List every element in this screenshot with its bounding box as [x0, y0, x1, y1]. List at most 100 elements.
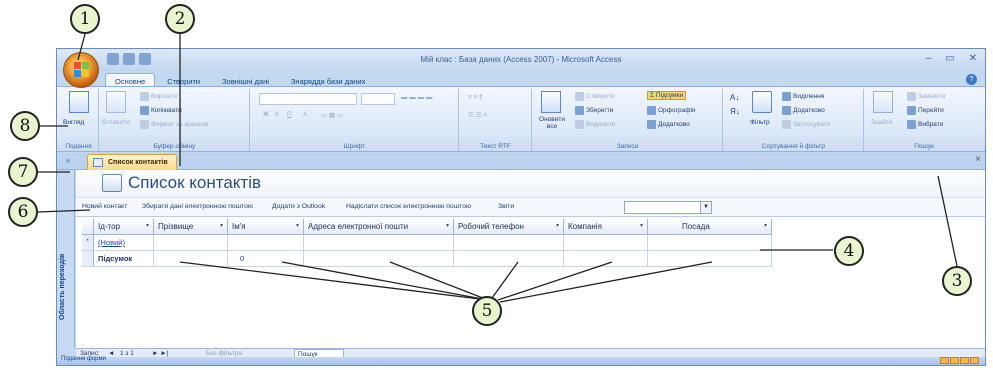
table-cell[interactable]	[564, 251, 648, 267]
table-cell[interactable]	[154, 235, 228, 251]
cut-button[interactable]: Вирізати	[140, 92, 177, 101]
nav-pane-toggle[interactable]: »	[61, 155, 75, 167]
view-switcher	[940, 357, 979, 364]
record-position[interactable]: 1 з 1	[120, 350, 134, 357]
column-header-last-name[interactable]: Прізвище ▾	[154, 219, 228, 235]
group-font-label: Шрифт	[343, 143, 366, 150]
send-list-email-link[interactable]: Надіслати список електронною поштою	[346, 203, 471, 210]
group-clipboard-label: Буфер обміну	[153, 143, 196, 150]
delete-record-button[interactable]: Видалити	[575, 120, 615, 129]
goto-button[interactable]: Перейти	[907, 106, 944, 115]
selection-button[interactable]: Виділення	[782, 92, 824, 101]
format-painter-button[interactable]: Формат за зразком	[140, 120, 208, 129]
find-button[interactable]: Знайти	[871, 119, 892, 126]
reports-label: Звіти	[498, 203, 515, 210]
filter-icon[interactable]	[752, 91, 772, 113]
table-cell[interactable]	[648, 251, 772, 267]
first-record-icon[interactable]: ◄	[108, 350, 114, 357]
totals-button[interactable]: Σ Підсумки	[647, 91, 687, 100]
new-record-button[interactable]: Створити	[575, 92, 615, 101]
column-header-id[interactable]: Ід-тор ▾	[94, 219, 154, 235]
help-icon[interactable]: ?	[966, 74, 977, 85]
more-records-button[interactable]: Додатково	[647, 120, 690, 129]
font-color-button[interactable]: А	[303, 111, 307, 118]
advanced-filter-button[interactable]: Додатково	[782, 106, 825, 115]
next-record-icon[interactable]: ► ►|	[152, 350, 168, 357]
table-cell[interactable]	[454, 235, 564, 251]
font-size-field[interactable]	[361, 93, 395, 105]
add-from-outlook-link[interactable]: Додати з Outlook	[272, 203, 325, 210]
totals-label: Підсумок	[94, 251, 154, 267]
table-cell[interactable]	[454, 251, 564, 267]
view-icon[interactable]	[69, 91, 89, 113]
form-header: Список контактів	[76, 170, 985, 197]
table-cell[interactable]	[228, 235, 304, 251]
layout-view-icon[interactable]	[950, 357, 959, 364]
maximize-icon[interactable]: ▭	[945, 53, 954, 64]
document-tab[interactable]: Список контактів	[87, 154, 177, 170]
column-header-work-phone[interactable]: Робочий телефон ▾	[454, 219, 564, 235]
collect-data-email-link[interactable]: Збирати дані електронною поштою	[142, 203, 253, 210]
italic-button[interactable]: К	[275, 111, 279, 118]
filter-button[interactable]: Фільтр	[750, 119, 770, 126]
group-clipboard: Вставити Вирізати Копіювати Формат за зр…	[100, 89, 250, 151]
column-header-company[interactable]: Компанія ▾	[564, 219, 648, 235]
close-window-icon[interactable]: ✕	[969, 53, 977, 64]
new-contact-link[interactable]: Новий контакт	[82, 203, 127, 210]
fill-color-icon[interactable]: ▭ ▦ ▭	[321, 111, 343, 119]
sort-desc-icon[interactable]: Я↓	[730, 107, 740, 116]
save-record-icon	[575, 106, 584, 115]
table-cell[interactable]	[564, 235, 648, 251]
new-record-row[interactable]: * (Новий)	[82, 235, 772, 251]
refresh-icon[interactable]	[541, 91, 561, 113]
toggle-filter-button[interactable]: Застосувати	[782, 120, 830, 129]
paste-button[interactable]: Вставити	[102, 119, 130, 126]
bold-button[interactable]: Ж	[263, 111, 269, 118]
filter-status[interactable]: Без фільтра	[206, 350, 242, 357]
column-header-first-name[interactable]: Ім'я ▾	[228, 219, 304, 235]
list-icons[interactable]: ☰ ☰ ≡	[468, 111, 487, 119]
replace-button[interactable]: Замінити	[907, 92, 945, 101]
more-icon	[647, 120, 656, 129]
column-header-position[interactable]: Посада ▾	[648, 219, 772, 235]
group-records-label: Записи	[616, 143, 639, 150]
document-tab-bar: » Список контактів ×	[57, 153, 985, 170]
spelling-button[interactable]: Орфографія	[647, 106, 696, 115]
minimize-icon[interactable]: –	[926, 53, 932, 64]
datasheet-view-icon[interactable]	[970, 357, 979, 364]
table-cell[interactable]	[304, 251, 454, 267]
callout-5: 5	[472, 296, 502, 326]
sort-asc-icon[interactable]: A↓	[730, 93, 739, 102]
paragraph-align-icons[interactable]: ▬ ▬ ▬ ▬	[401, 94, 432, 101]
close-document-icon[interactable]: ×	[975, 154, 981, 165]
underline-button[interactable]: П	[287, 111, 292, 118]
view-button[interactable]: Вигляд	[63, 119, 84, 126]
office-button[interactable]	[63, 52, 99, 88]
select-button[interactable]: Вибрати	[907, 120, 943, 129]
font-name-field[interactable]	[259, 93, 357, 105]
table-cell[interactable]	[304, 235, 454, 251]
navigation-pane[interactable]: Область переходів	[57, 170, 75, 348]
save-record-button[interactable]: Зберегти	[575, 106, 613, 115]
select-all-cell[interactable]	[82, 219, 94, 235]
design-view-icon[interactable]	[960, 357, 969, 364]
table-cell[interactable]	[648, 235, 772, 251]
contacts-form-icon	[102, 174, 122, 192]
chevron-down-icon[interactable]: ▼	[700, 202, 711, 213]
callout-7: 7	[8, 157, 38, 187]
selection-icon	[782, 92, 791, 101]
copy-button[interactable]: Копіювати	[140, 106, 182, 115]
column-header-email[interactable]: Адреса електронної пошти ▾	[304, 219, 454, 235]
binoculars-icon[interactable]	[873, 91, 893, 113]
indent-icons[interactable]: ≡ ≡ ¶	[468, 94, 483, 101]
totals-value[interactable]: 0	[228, 251, 304, 267]
refresh-all-button[interactable]: Оновити все	[535, 116, 569, 130]
group-rich-text: ≡ ≡ ¶ ☰ ☰ ≡ Текст RTF	[460, 89, 532, 151]
spelling-icon	[647, 106, 656, 115]
form-view-icon[interactable]	[940, 357, 949, 364]
reports-dropdown[interactable]: ▼	[624, 201, 712, 214]
paste-icon[interactable]	[106, 91, 126, 113]
table-cell[interactable]	[154, 251, 228, 267]
new-record-cell[interactable]: (Новий)	[94, 235, 154, 251]
totals-row-selector	[82, 251, 94, 267]
